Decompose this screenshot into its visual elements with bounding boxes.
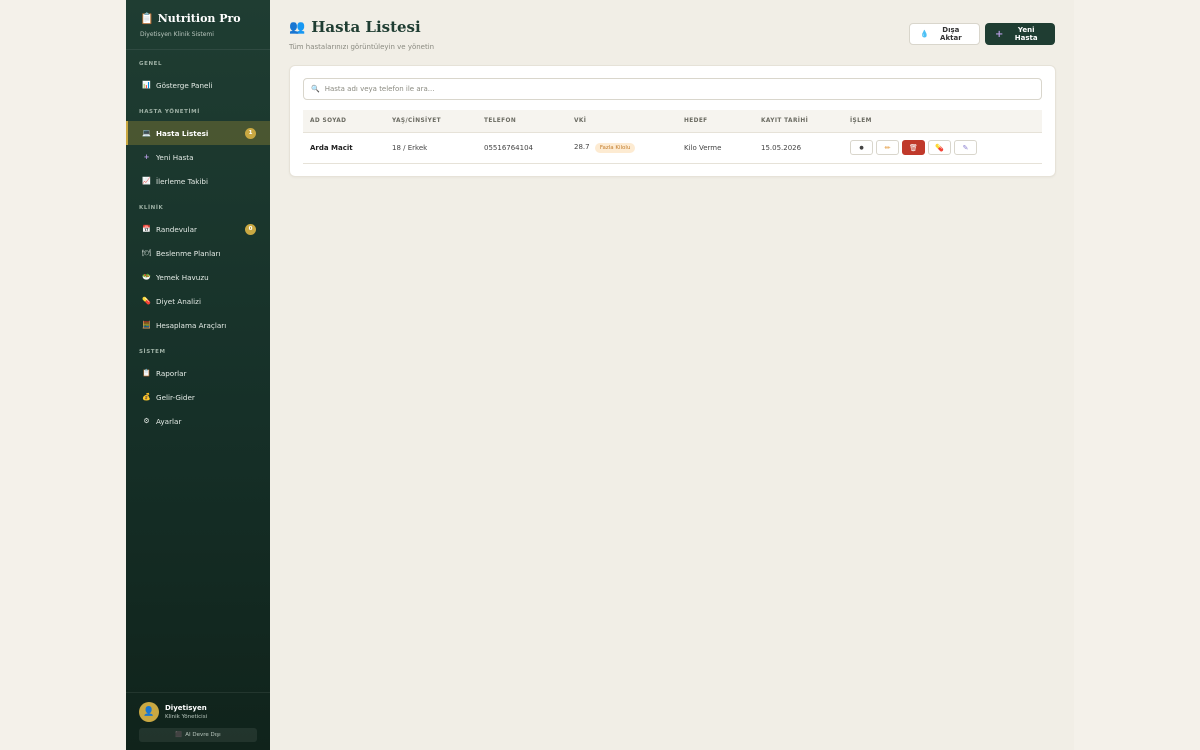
money-bag-icon: 💰	[142, 393, 151, 401]
chart-icon: 📊	[142, 81, 151, 89]
avatar: 👤	[139, 702, 159, 722]
search-icon: 🔍	[311, 85, 320, 93]
sidebar: 📋 Nutrition Pro Diyetisyen Klinik Sistem…	[126, 0, 270, 750]
clipboard-icon: 📋	[140, 12, 154, 25]
edit-button[interactable]: ✏	[876, 140, 899, 155]
bmi-status-badge: Fazla Kilolu	[594, 142, 636, 153]
patient-list-card: 🔍 AD SOYAD YAŞ/CİNSİYET TELEFON VKİ HEDE…	[289, 65, 1056, 177]
brand: 📋 Nutrition Pro Diyetisyen Klinik Sistem…	[126, 0, 270, 50]
brand-subtitle: Diyetisyen Klinik Sistemi	[140, 31, 214, 38]
plus-icon: +	[143, 153, 150, 161]
search-box: 🔍	[303, 78, 1042, 100]
calculator-icon: 🧮	[142, 321, 151, 329]
col-actions: İŞLEM	[843, 110, 1042, 133]
laptop-icon: 💻	[142, 129, 151, 137]
sidebar-item-settings[interactable]: ⚙ Ayarlar	[126, 409, 270, 433]
sidebar-item-appointments[interactable]: 📅 Randevular 0	[126, 217, 270, 241]
patient-actions: ● ✏ 🗑 💊 ✎	[843, 132, 1042, 164]
user-name: Diyetisyen	[165, 704, 207, 712]
view-button[interactable]: ●	[850, 140, 873, 155]
pill-icon: 💊	[935, 143, 944, 152]
brand-title: Nutrition Pro	[157, 12, 241, 25]
app-window: 📋 Nutrition Pro Diyetisyen Klinik Sistem…	[126, 0, 1074, 750]
calendar-icon: 📅	[142, 225, 151, 233]
col-name: AD SOYAD	[303, 110, 385, 133]
delete-button[interactable]: 🗑	[902, 140, 925, 155]
sidebar-item-progress[interactable]: 📈 İlerleme Takibi	[126, 169, 270, 193]
patient-bmi: 28.7	[574, 142, 590, 151]
sidebar-item-patient-list[interactable]: 💻 Hasta Listesi 1	[126, 121, 270, 145]
sidebar-item-food-pool[interactable]: 🥗 Yemek Havuzu	[126, 265, 270, 289]
new-patient-button[interactable]: + Yeni Hasta	[985, 23, 1055, 45]
trend-icon: 📈	[142, 177, 151, 185]
patient-date: 15.05.2026	[754, 132, 843, 164]
sidebar-item-income-expense[interactable]: 💰 Gelir-Gider	[126, 385, 270, 409]
pill-icon: 💊	[142, 297, 151, 305]
appointment-count-badge: 0	[245, 223, 256, 235]
user-panel: 👤 Diyetisyen Klinik Yöneticisi ⬛ AI Devr…	[126, 692, 270, 750]
patient-phone: 05516764104	[477, 132, 567, 164]
prescription-button[interactable]: 💊	[928, 140, 951, 155]
square-icon: ⬛	[175, 732, 183, 738]
sidebar-item-diet-analysis[interactable]: 💊 Diyet Analizi	[126, 289, 270, 313]
bowl-icon: 🥗	[142, 273, 151, 281]
sidebar-item-reports[interactable]: 📋 Raporlar	[126, 361, 270, 385]
patient-name[interactable]: Arda Macit	[303, 132, 385, 164]
sidebar-item-nutrition-plans[interactable]: 🍽 Beslenme Planları	[126, 241, 270, 265]
table-header-row: AD SOYAD YAŞ/CİNSİYET TELEFON VKİ HEDEF …	[303, 110, 1042, 133]
table-row[interactable]: Arda Macit 18 / Erkek 05516764104 28.7 F…	[303, 132, 1042, 164]
patient-bmi-cell: 28.7 Fazla Kilolu	[567, 132, 677, 164]
eye-icon: ●	[859, 144, 864, 151]
plus-icon: +	[995, 28, 1004, 40]
trash-icon: 🗑	[909, 143, 918, 152]
pencil-icon: ✏	[884, 143, 891, 152]
gear-icon: ⚙	[143, 417, 150, 425]
col-phone: TELEFON	[477, 110, 567, 133]
note-icon: ✎	[962, 143, 969, 152]
ai-toggle-button[interactable]: ⬛ AI Devre Dışı	[139, 728, 257, 742]
download-icon: 💧	[920, 30, 929, 38]
header-actions: 💧 Dışa Aktar + Yeni Hasta	[909, 23, 1055, 45]
main-content: 👥 Hasta Listesi Tüm hastalarınızı görünt…	[270, 0, 1074, 750]
search-input[interactable]	[324, 85, 1034, 93]
col-age-gender: YAŞ/CİNSİYET	[385, 110, 477, 133]
sidebar-item-calculators[interactable]: 🧮 Hesaplama Araçları	[126, 313, 270, 337]
sidebar-item-new-patient[interactable]: + Yeni Hasta	[126, 145, 270, 169]
page-title: Hasta Listesi	[311, 18, 421, 36]
col-bmi: VKİ	[567, 110, 677, 133]
sidebar-item-dashboard[interactable]: 📊 Gösterge Paneli	[126, 73, 270, 97]
users-icon: 👥	[289, 19, 306, 35]
plate-icon: 🍽	[142, 249, 151, 257]
report-icon: 📋	[142, 369, 151, 377]
patient-count-badge: 1	[245, 127, 256, 139]
patient-goal: Kilo Verme	[677, 132, 754, 164]
notes-button[interactable]: ✎	[954, 140, 977, 155]
patient-table: AD SOYAD YAŞ/CİNSİYET TELEFON VKİ HEDEF …	[303, 110, 1042, 164]
col-goal: HEDEF	[677, 110, 754, 133]
col-date: KAYIT TARİHİ	[754, 110, 843, 133]
patient-age-gender: 18 / Erkek	[385, 132, 477, 164]
user-role: Klinik Yöneticisi	[165, 714, 208, 720]
export-button[interactable]: 💧 Dışa Aktar	[909, 23, 980, 45]
